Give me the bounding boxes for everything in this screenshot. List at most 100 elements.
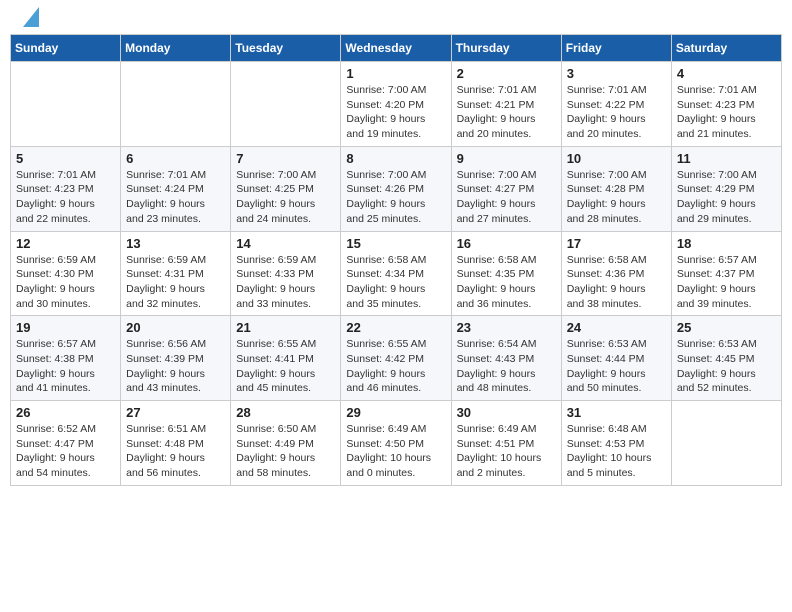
logo-triangle <box>23 7 39 27</box>
daylight-text: Daylight: 9 hours and 36 minutes. <box>457 283 536 310</box>
sunset-text: Sunset: 4:36 PM <box>567 268 645 280</box>
calendar-cell: 27 Sunrise: 6:51 AM Sunset: 4:48 PM Dayl… <box>121 401 231 486</box>
weekday-header: Sunday <box>11 35 121 62</box>
calendar-cell: 16 Sunrise: 6:58 AM Sunset: 4:35 PM Dayl… <box>451 231 561 316</box>
day-number: 29 <box>346 405 445 420</box>
weekday-header: Monday <box>121 35 231 62</box>
cell-details: Sunrise: 6:48 AM Sunset: 4:53 PM Dayligh… <box>567 422 666 481</box>
daylight-text: Daylight: 9 hours and 45 minutes. <box>236 368 315 395</box>
daylight-text: Daylight: 10 hours and 5 minutes. <box>567 452 652 479</box>
calendar-cell: 26 Sunrise: 6:52 AM Sunset: 4:47 PM Dayl… <box>11 401 121 486</box>
cell-details: Sunrise: 6:55 AM Sunset: 4:42 PM Dayligh… <box>346 337 445 396</box>
sunset-text: Sunset: 4:31 PM <box>126 268 204 280</box>
day-number: 30 <box>457 405 556 420</box>
cell-details: Sunrise: 6:58 AM Sunset: 4:34 PM Dayligh… <box>346 253 445 312</box>
calendar-cell: 7 Sunrise: 7:00 AM Sunset: 4:25 PM Dayli… <box>231 146 341 231</box>
sunrise-text: Sunrise: 7:00 AM <box>677 169 757 181</box>
calendar-cell: 25 Sunrise: 6:53 AM Sunset: 4:45 PM Dayl… <box>671 316 781 401</box>
sunset-text: Sunset: 4:33 PM <box>236 268 314 280</box>
sunset-text: Sunset: 4:39 PM <box>126 353 204 365</box>
sunrise-text: Sunrise: 7:01 AM <box>677 84 757 96</box>
daylight-text: Daylight: 9 hours and 39 minutes. <box>677 283 756 310</box>
daylight-text: Daylight: 9 hours and 33 minutes. <box>236 283 315 310</box>
sunrise-text: Sunrise: 6:56 AM <box>126 338 206 350</box>
cell-details: Sunrise: 7:00 AM Sunset: 4:27 PM Dayligh… <box>457 168 556 227</box>
sunrise-text: Sunrise: 7:01 AM <box>457 84 537 96</box>
sunrise-text: Sunrise: 6:52 AM <box>16 423 96 435</box>
day-number: 5 <box>16 151 115 166</box>
calendar-cell: 5 Sunrise: 7:01 AM Sunset: 4:23 PM Dayli… <box>11 146 121 231</box>
cell-details: Sunrise: 7:00 AM Sunset: 4:25 PM Dayligh… <box>236 168 335 227</box>
calendar-cell: 6 Sunrise: 7:01 AM Sunset: 4:24 PM Dayli… <box>121 146 231 231</box>
calendar-cell: 18 Sunrise: 6:57 AM Sunset: 4:37 PM Dayl… <box>671 231 781 316</box>
cell-details: Sunrise: 6:58 AM Sunset: 4:35 PM Dayligh… <box>457 253 556 312</box>
page-header <box>10 10 782 26</box>
daylight-text: Daylight: 9 hours and 35 minutes. <box>346 283 425 310</box>
calendar-week-row: 26 Sunrise: 6:52 AM Sunset: 4:47 PM Dayl… <box>11 401 782 486</box>
day-number: 18 <box>677 236 776 251</box>
cell-details: Sunrise: 6:59 AM Sunset: 4:31 PM Dayligh… <box>126 253 225 312</box>
cell-details: Sunrise: 6:53 AM Sunset: 4:44 PM Dayligh… <box>567 337 666 396</box>
calendar-cell: 3 Sunrise: 7:01 AM Sunset: 4:22 PM Dayli… <box>561 62 671 147</box>
cell-details: Sunrise: 7:00 AM Sunset: 4:20 PM Dayligh… <box>346 83 445 142</box>
day-number: 11 <box>677 151 776 166</box>
calendar-week-row: 19 Sunrise: 6:57 AM Sunset: 4:38 PM Dayl… <box>11 316 782 401</box>
calendar-cell: 22 Sunrise: 6:55 AM Sunset: 4:42 PM Dayl… <box>341 316 451 401</box>
calendar-cell: 13 Sunrise: 6:59 AM Sunset: 4:31 PM Dayl… <box>121 231 231 316</box>
calendar-cell <box>121 62 231 147</box>
cell-details: Sunrise: 6:58 AM Sunset: 4:36 PM Dayligh… <box>567 253 666 312</box>
sunset-text: Sunset: 4:21 PM <box>457 99 535 111</box>
sunrise-text: Sunrise: 6:59 AM <box>126 254 206 266</box>
cell-details: Sunrise: 6:57 AM Sunset: 4:38 PM Dayligh… <box>16 337 115 396</box>
day-number: 19 <box>16 320 115 335</box>
day-number: 21 <box>236 320 335 335</box>
sunrise-text: Sunrise: 6:58 AM <box>457 254 537 266</box>
daylight-text: Daylight: 9 hours and 50 minutes. <box>567 368 646 395</box>
day-number: 13 <box>126 236 225 251</box>
cell-details: Sunrise: 6:57 AM Sunset: 4:37 PM Dayligh… <box>677 253 776 312</box>
day-number: 16 <box>457 236 556 251</box>
day-number: 12 <box>16 236 115 251</box>
cell-details: Sunrise: 6:51 AM Sunset: 4:48 PM Dayligh… <box>126 422 225 481</box>
daylight-text: Daylight: 9 hours and 30 minutes. <box>16 283 95 310</box>
calendar-cell: 24 Sunrise: 6:53 AM Sunset: 4:44 PM Dayl… <box>561 316 671 401</box>
cell-details: Sunrise: 6:50 AM Sunset: 4:49 PM Dayligh… <box>236 422 335 481</box>
sunset-text: Sunset: 4:50 PM <box>346 438 424 450</box>
sunrise-text: Sunrise: 6:57 AM <box>16 338 96 350</box>
cell-details: Sunrise: 7:01 AM Sunset: 4:23 PM Dayligh… <box>677 83 776 142</box>
sunrise-text: Sunrise: 6:59 AM <box>16 254 96 266</box>
cell-details: Sunrise: 7:00 AM Sunset: 4:26 PM Dayligh… <box>346 168 445 227</box>
day-number: 2 <box>457 66 556 81</box>
sunrise-text: Sunrise: 7:00 AM <box>457 169 537 181</box>
sunrise-text: Sunrise: 6:59 AM <box>236 254 316 266</box>
cell-details: Sunrise: 6:54 AM Sunset: 4:43 PM Dayligh… <box>457 337 556 396</box>
cell-details: Sunrise: 7:00 AM Sunset: 4:29 PM Dayligh… <box>677 168 776 227</box>
sunset-text: Sunset: 4:23 PM <box>677 99 755 111</box>
sunset-text: Sunset: 4:23 PM <box>16 183 94 195</box>
daylight-text: Daylight: 9 hours and 46 minutes. <box>346 368 425 395</box>
cell-details: Sunrise: 6:59 AM Sunset: 4:30 PM Dayligh… <box>16 253 115 312</box>
sunrise-text: Sunrise: 7:00 AM <box>346 84 426 96</box>
daylight-text: Daylight: 9 hours and 27 minutes. <box>457 198 536 225</box>
daylight-text: Daylight: 9 hours and 22 minutes. <box>16 198 95 225</box>
daylight-text: Daylight: 9 hours and 54 minutes. <box>16 452 95 479</box>
calendar-week-row: 5 Sunrise: 7:01 AM Sunset: 4:23 PM Dayli… <box>11 146 782 231</box>
daylight-text: Daylight: 9 hours and 21 minutes. <box>677 113 756 140</box>
daylight-text: Daylight: 9 hours and 20 minutes. <box>457 113 536 140</box>
day-number: 20 <box>126 320 225 335</box>
sunset-text: Sunset: 4:20 PM <box>346 99 424 111</box>
calendar-cell: 9 Sunrise: 7:00 AM Sunset: 4:27 PM Dayli… <box>451 146 561 231</box>
calendar-cell: 8 Sunrise: 7:00 AM Sunset: 4:26 PM Dayli… <box>341 146 451 231</box>
sunset-text: Sunset: 4:30 PM <box>16 268 94 280</box>
calendar-cell: 28 Sunrise: 6:50 AM Sunset: 4:49 PM Dayl… <box>231 401 341 486</box>
sunrise-text: Sunrise: 7:01 AM <box>126 169 206 181</box>
sunset-text: Sunset: 4:34 PM <box>346 268 424 280</box>
sunrise-text: Sunrise: 6:55 AM <box>236 338 316 350</box>
day-number: 25 <box>677 320 776 335</box>
calendar-cell: 30 Sunrise: 6:49 AM Sunset: 4:51 PM Dayl… <box>451 401 561 486</box>
calendar-cell: 31 Sunrise: 6:48 AM Sunset: 4:53 PM Dayl… <box>561 401 671 486</box>
calendar-cell: 10 Sunrise: 7:00 AM Sunset: 4:28 PM Dayl… <box>561 146 671 231</box>
sunrise-text: Sunrise: 6:54 AM <box>457 338 537 350</box>
sunrise-text: Sunrise: 6:55 AM <box>346 338 426 350</box>
daylight-text: Daylight: 9 hours and 25 minutes. <box>346 198 425 225</box>
